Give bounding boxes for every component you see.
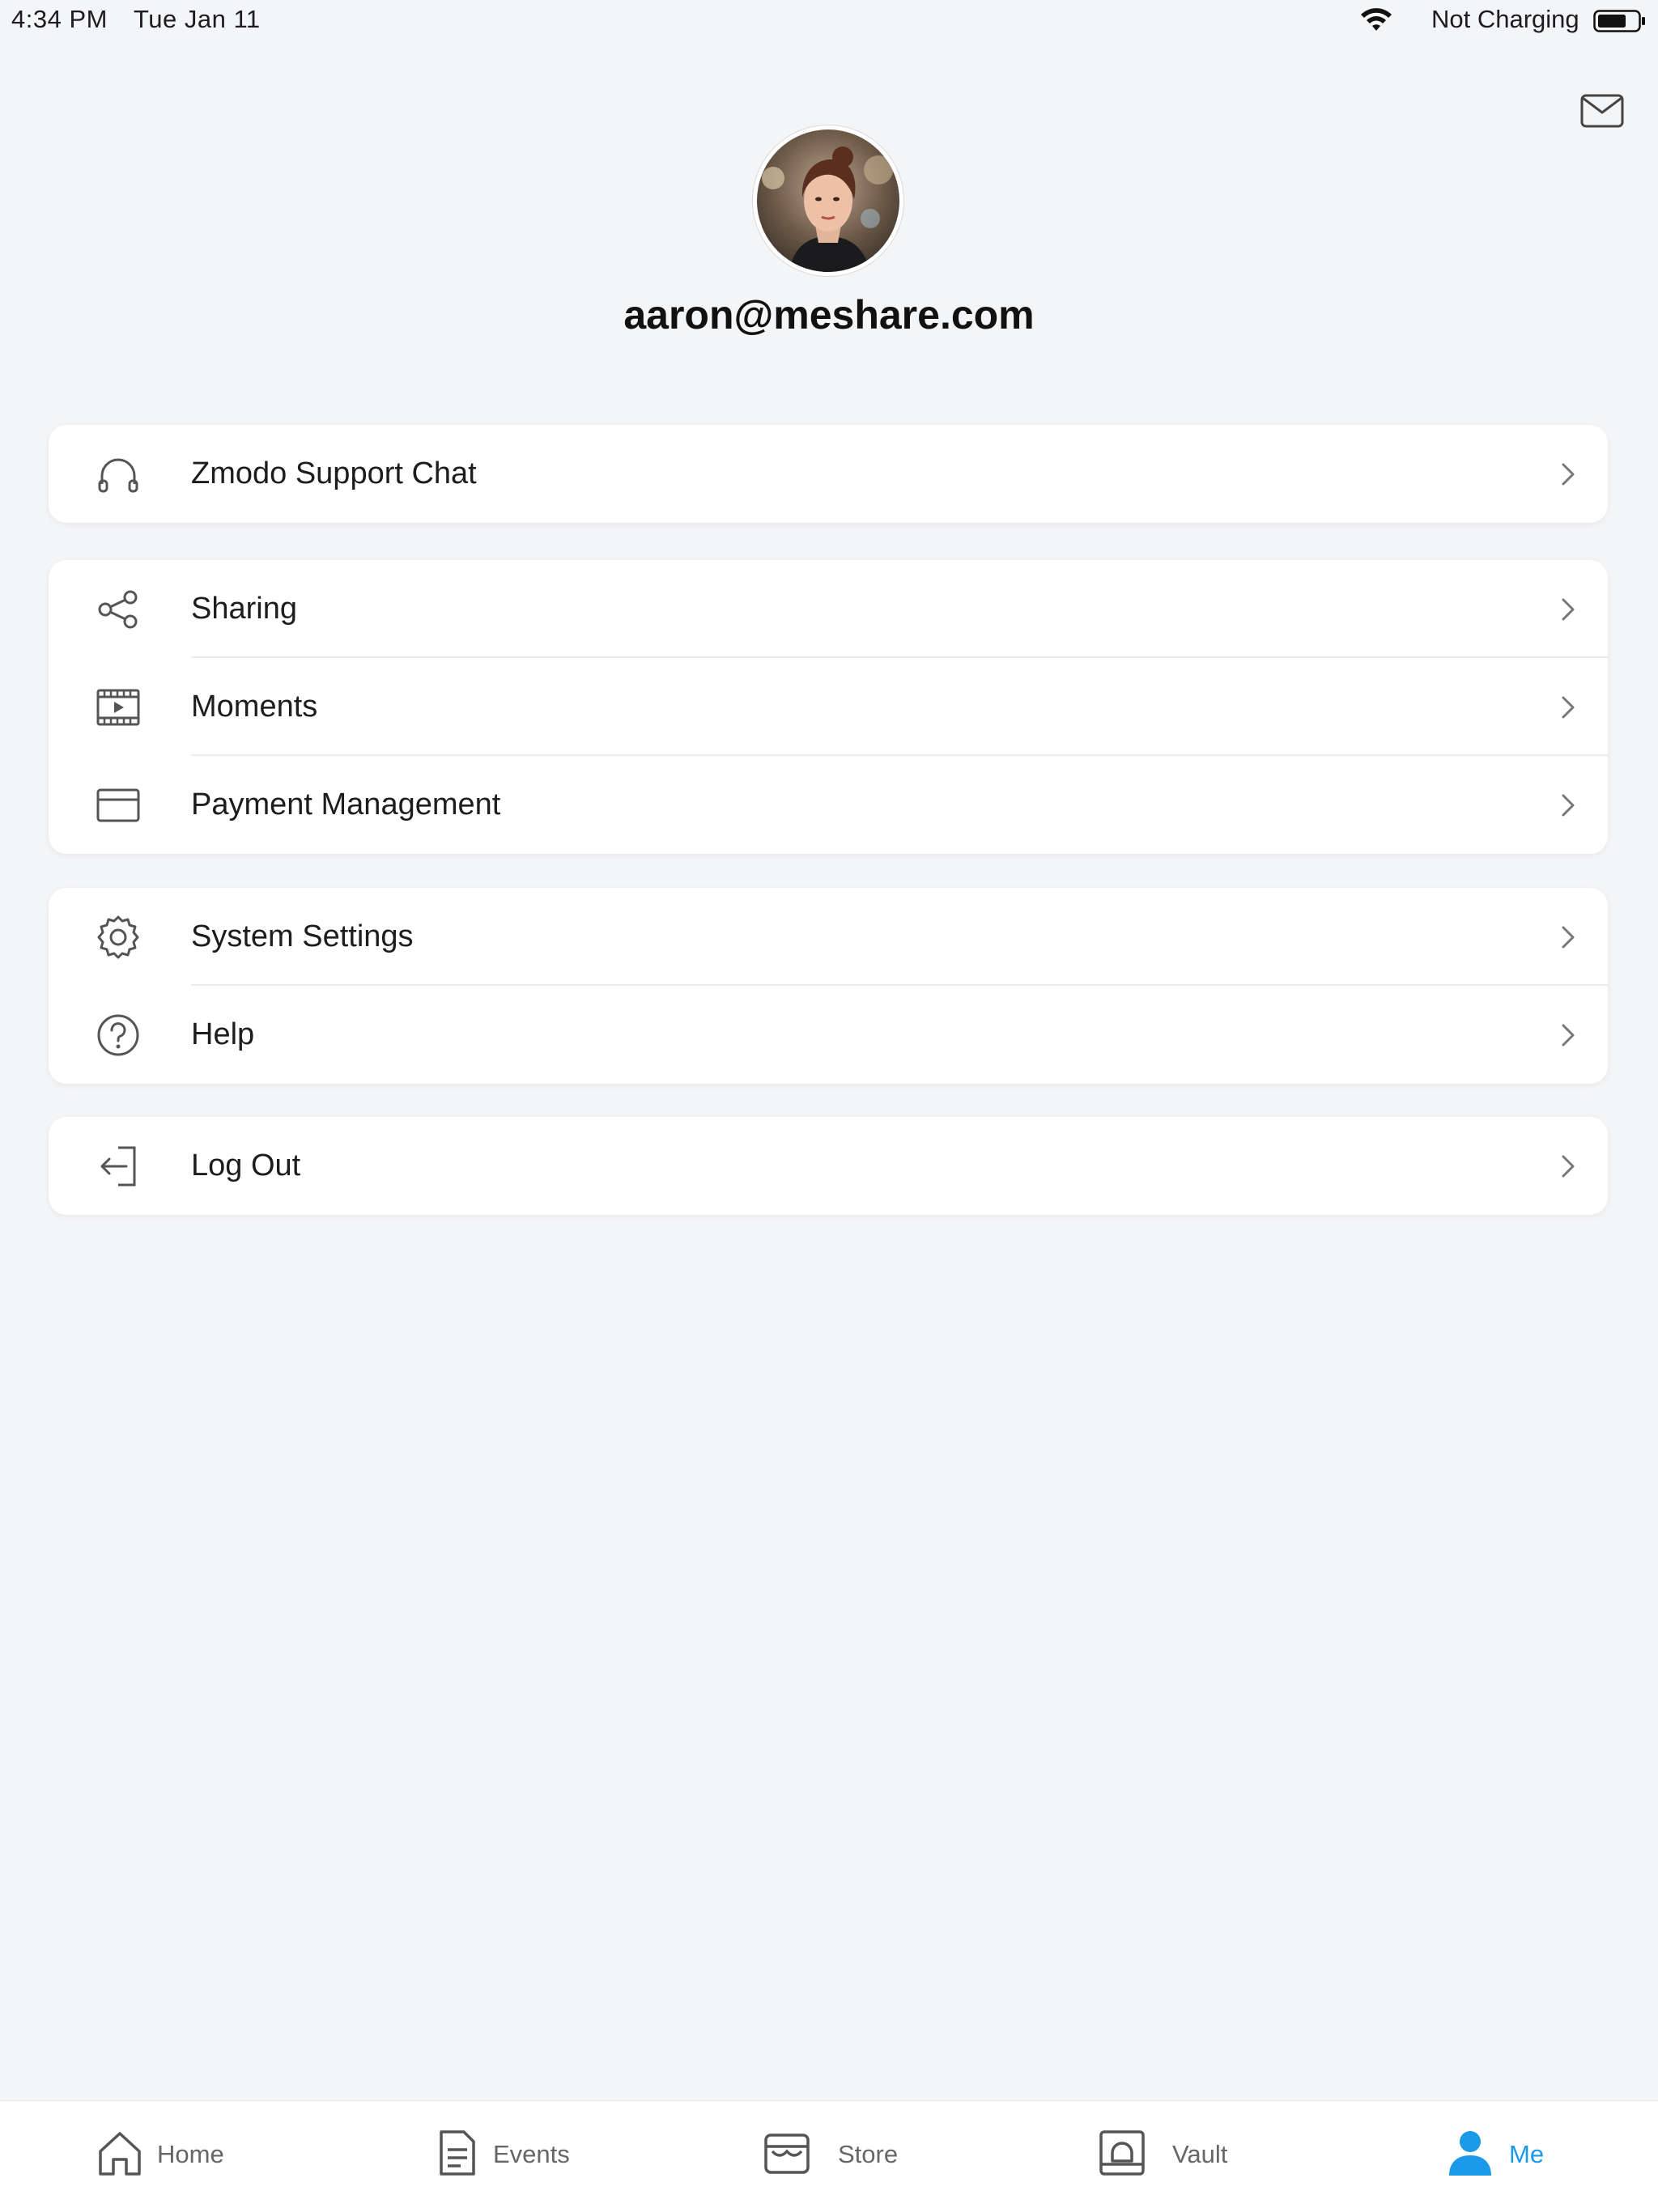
chevron-right-icon — [1562, 1024, 1575, 1047]
document-icon — [440, 2130, 475, 2176]
chevron-right-icon — [1562, 696, 1575, 719]
charging-status: Not Charging — [1431, 5, 1579, 33]
store-icon — [764, 2133, 810, 2174]
tab-label-vault: Vault — [1172, 2140, 1228, 2168]
avatar-photo-icon — [757, 129, 899, 272]
logout-card: Log Out — [49, 1117, 1608, 1215]
tab-home[interactable]: Home — [96, 2101, 257, 2212]
film-icon — [96, 689, 140, 726]
chevron-right-icon — [1562, 598, 1575, 621]
menu-item-moments[interactable]: Moments — [49, 658, 1608, 756]
chevron-right-icon — [1562, 463, 1575, 486]
features-card: Sharing Moments Payment Management — [49, 560, 1608, 854]
menu-label-system-settings: System Settings — [191, 919, 414, 953]
menu-item-system-settings[interactable]: System Settings — [49, 888, 1608, 986]
mail-icon[interactable] — [1580, 93, 1624, 129]
gear-icon — [97, 915, 139, 959]
menu-item-sharing[interactable]: Sharing — [49, 560, 1608, 658]
menu-item-help[interactable]: Help — [49, 986, 1608, 1084]
tab-store[interactable]: Store — [763, 2101, 925, 2212]
tab-label-store: Store — [838, 2140, 899, 2168]
share-icon — [98, 590, 138, 629]
account-email: aaron@meshare.com — [623, 292, 1035, 338]
tab-label-me: Me — [1509, 2140, 1545, 2168]
menu-label-payment-management: Payment Management — [191, 788, 501, 822]
menu-label-help: Help — [191, 1017, 255, 1051]
chevron-right-icon — [1562, 926, 1575, 949]
tab-label-home: Home — [157, 2140, 224, 2168]
menu-label-log-out: Log Out — [191, 1148, 301, 1182]
vault-icon — [1099, 2130, 1145, 2176]
tab-events[interactable]: Events — [433, 2101, 595, 2212]
credit-card-icon — [96, 788, 140, 822]
support-card: Zmodo Support Chat — [49, 425, 1608, 523]
menu-item-payment-management[interactable]: Payment Management — [49, 756, 1608, 854]
menu-item-log-out[interactable]: Log Out — [49, 1117, 1608, 1215]
tab-bar: Home Events Store Vault Me — [0, 2100, 1658, 2212]
status-bar: 4:34 PM Tue Jan 11 Not Charging — [0, 0, 1658, 42]
headset-icon — [98, 458, 138, 493]
status-date: Tue Jan 11 — [134, 5, 261, 33]
menu-label-support-chat: Zmodo Support Chat — [191, 456, 477, 490]
home-icon — [99, 2132, 141, 2176]
wifi-icon — [1361, 8, 1392, 31]
logout-icon — [100, 1146, 136, 1187]
chevron-right-icon — [1562, 1155, 1575, 1178]
avatar[interactable] — [753, 125, 903, 276]
status-time: 4:34 PM — [11, 5, 108, 33]
user-icon — [1449, 2131, 1491, 2176]
battery-icon — [1593, 10, 1645, 32]
help-circle-icon — [97, 1014, 139, 1056]
menu-label-sharing: Sharing — [191, 592, 297, 626]
tab-me[interactable]: Me — [1446, 2101, 1608, 2212]
menu-item-support-chat[interactable]: Zmodo Support Chat — [49, 425, 1608, 523]
tab-label-events: Events — [493, 2140, 570, 2168]
menu-label-moments: Moments — [191, 690, 318, 724]
tab-vault[interactable]: Vault — [1098, 2101, 1260, 2212]
settings-card: System Settings Help — [49, 888, 1608, 1084]
chevron-right-icon — [1562, 794, 1575, 817]
